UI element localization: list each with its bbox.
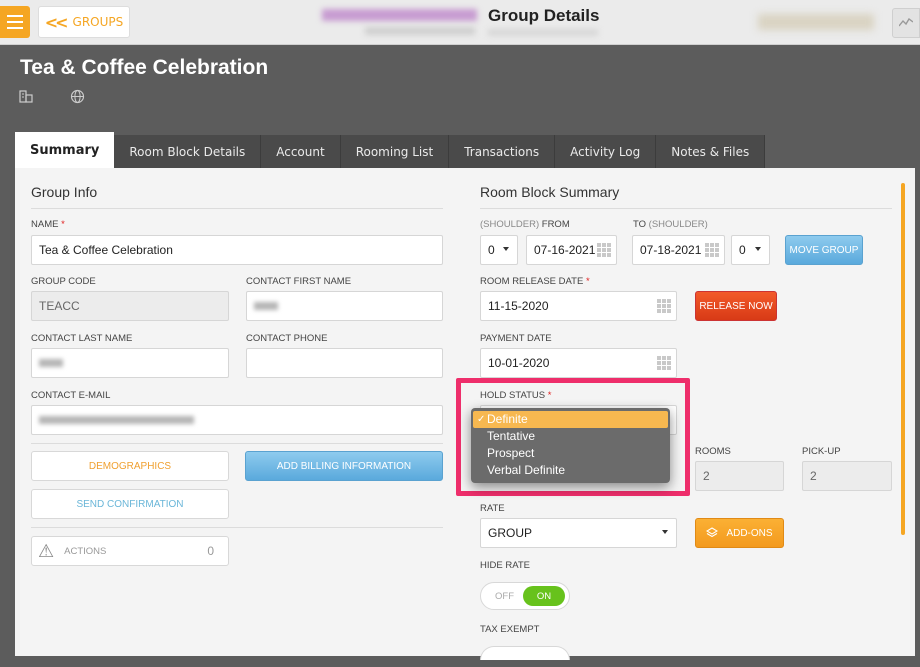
checkmark-icon: ✓ <box>477 414 486 425</box>
redacted-text <box>322 9 477 21</box>
hold-status-option-verbal-definite[interactable]: Verbal Definite <box>471 462 670 479</box>
hold-status-option-definite[interactable]: ✓ Definite <box>473 411 668 428</box>
contact-email-label: CONTACT E-MAIL <box>31 390 111 401</box>
to-shoulder-select[interactable]: 0 <box>731 235 770 265</box>
divider <box>31 208 443 209</box>
divider <box>480 208 892 209</box>
contact-last-name-field[interactable] <box>31 348 229 378</box>
tab-summary[interactable]: Summary <box>15 132 115 168</box>
demographics-button[interactable]: DEMOGRAPHICS <box>31 451 229 481</box>
redacted-value <box>39 416 194 424</box>
group-name-heading: Tea & Coffee Celebration <box>20 56 269 79</box>
actions-count: 0 <box>207 544 214 558</box>
redacted-text <box>365 27 475 35</box>
tab-bar: Summary Room Block Details Account Roomi… <box>15 132 766 169</box>
to-date-field[interactable]: 07-18-2021 <box>632 235 725 265</box>
toggle-off-label: OFF <box>495 591 514 602</box>
caret-down-icon <box>662 530 668 534</box>
activity-icon[interactable] <box>892 8 920 38</box>
tab-room-block-details[interactable]: Room Block Details <box>114 135 262 169</box>
name-label: NAME * <box>31 219 65 230</box>
rooms-field: 2 <box>695 461 784 491</box>
contact-phone-field[interactable] <box>246 348 443 378</box>
contact-phone-label: CONTACT PHONE <box>246 333 328 344</box>
hide-rate-toggle[interactable]: OFF ON <box>480 582 570 610</box>
contact-last-name-label: CONTACT LAST NAME <box>31 333 133 344</box>
tax-exempt-label: TAX EXEMPT <box>480 624 540 635</box>
tab-transactions[interactable]: Transactions <box>449 135 556 169</box>
from-date-field[interactable]: 07-16-2021 <box>526 235 617 265</box>
payment-date-label: PAYMENT DATE <box>480 333 552 344</box>
to-label: TO (SHOULDER) <box>633 219 708 230</box>
redacted-user-info <box>758 14 874 30</box>
building-icon[interactable] <box>19 89 33 107</box>
group-code-field: TEACC <box>31 291 229 321</box>
divider <box>31 527 443 528</box>
scrollbar[interactable] <box>901 183 905 535</box>
calendar-icon[interactable] <box>705 243 719 257</box>
tab-activity-log[interactable]: Activity Log <box>555 135 657 169</box>
redacted-value <box>254 302 278 310</box>
redacted-value <box>39 359 63 367</box>
menu-icon[interactable] <box>0 6 30 38</box>
toggle-on-label: ON <box>523 586 565 606</box>
actions-label: ACTIONS <box>64 545 107 557</box>
top-bar: << GROUPS Group Details <box>0 0 920 45</box>
calendar-icon[interactable] <box>657 356 671 370</box>
double-chevron-left-icon: << <box>44 12 69 32</box>
hold-status-option-prospect[interactable]: Prospect <box>471 445 670 462</box>
caret-down-icon <box>503 247 509 251</box>
release-date-label: ROOM RELEASE DATE * <box>480 276 590 287</box>
add-billing-information-button[interactable]: ADD BILLING INFORMATION <box>245 451 443 481</box>
hide-rate-label: HIDE RATE <box>480 560 530 571</box>
group-code-label: GROUP CODE <box>31 276 96 287</box>
group-name-field[interactable]: Tea & Coffee Celebration <box>31 235 443 265</box>
add-ons-label: ADD-ONS <box>726 527 773 539</box>
divider <box>31 443 443 444</box>
move-group-button[interactable]: MOVE GROUP <box>785 235 863 265</box>
contact-email-field[interactable] <box>31 405 443 435</box>
release-date-field[interactable]: 11-15-2020 <box>480 291 677 321</box>
room-block-summary-title: Room Block Summary <box>480 184 620 200</box>
from-shoulder-select[interactable]: 0 <box>480 235 518 265</box>
redacted-text <box>488 29 598 36</box>
actions-button[interactable]: ⚠ ACTIONS 0 <box>31 536 229 566</box>
send-confirmation-button[interactable]: SEND CONFIRMATION <box>31 489 229 519</box>
pickup-field: 2 <box>802 461 892 491</box>
rate-label: RATE <box>480 503 505 514</box>
contact-first-name-field[interactable] <box>246 291 443 321</box>
release-now-button[interactable]: RELEASE NOW <box>695 291 777 321</box>
from-label: (SHOULDER) FROM <box>480 219 570 230</box>
group-info-title: Group Info <box>31 184 98 200</box>
add-ons-button[interactable]: ADD-ONS <box>695 518 784 548</box>
page-title: Group Details <box>488 6 600 25</box>
back-button-label: GROUPS <box>72 15 124 29</box>
calendar-icon[interactable] <box>657 299 671 313</box>
tab-rooming-list[interactable]: Rooming List <box>340 135 450 169</box>
tab-account[interactable]: Account <box>261 135 341 169</box>
globe-icon[interactable] <box>70 89 85 108</box>
hold-status-option-tentative[interactable]: Tentative <box>471 428 670 445</box>
tax-exempt-toggle[interactable] <box>480 646 570 660</box>
warning-icon: ⚠ <box>38 541 55 561</box>
hold-status-dropdown: ✓ Definite Tentative Prospect Verbal Defi… <box>471 408 670 483</box>
caret-down-icon <box>755 247 761 251</box>
calendar-icon[interactable] <box>597 243 611 257</box>
rooms-label: ROOMS <box>695 446 731 457</box>
layers-icon <box>706 527 719 538</box>
tab-notes-files[interactable]: Notes & Files <box>656 135 766 169</box>
pickup-label: PICK-UP <box>802 446 841 457</box>
back-to-groups-button[interactable]: << GROUPS <box>38 6 130 38</box>
payment-date-field[interactable]: 10-01-2020 <box>480 348 677 378</box>
rate-select[interactable]: GROUP <box>480 518 677 548</box>
contact-first-name-label: CONTACT FIRST NAME <box>246 276 352 287</box>
